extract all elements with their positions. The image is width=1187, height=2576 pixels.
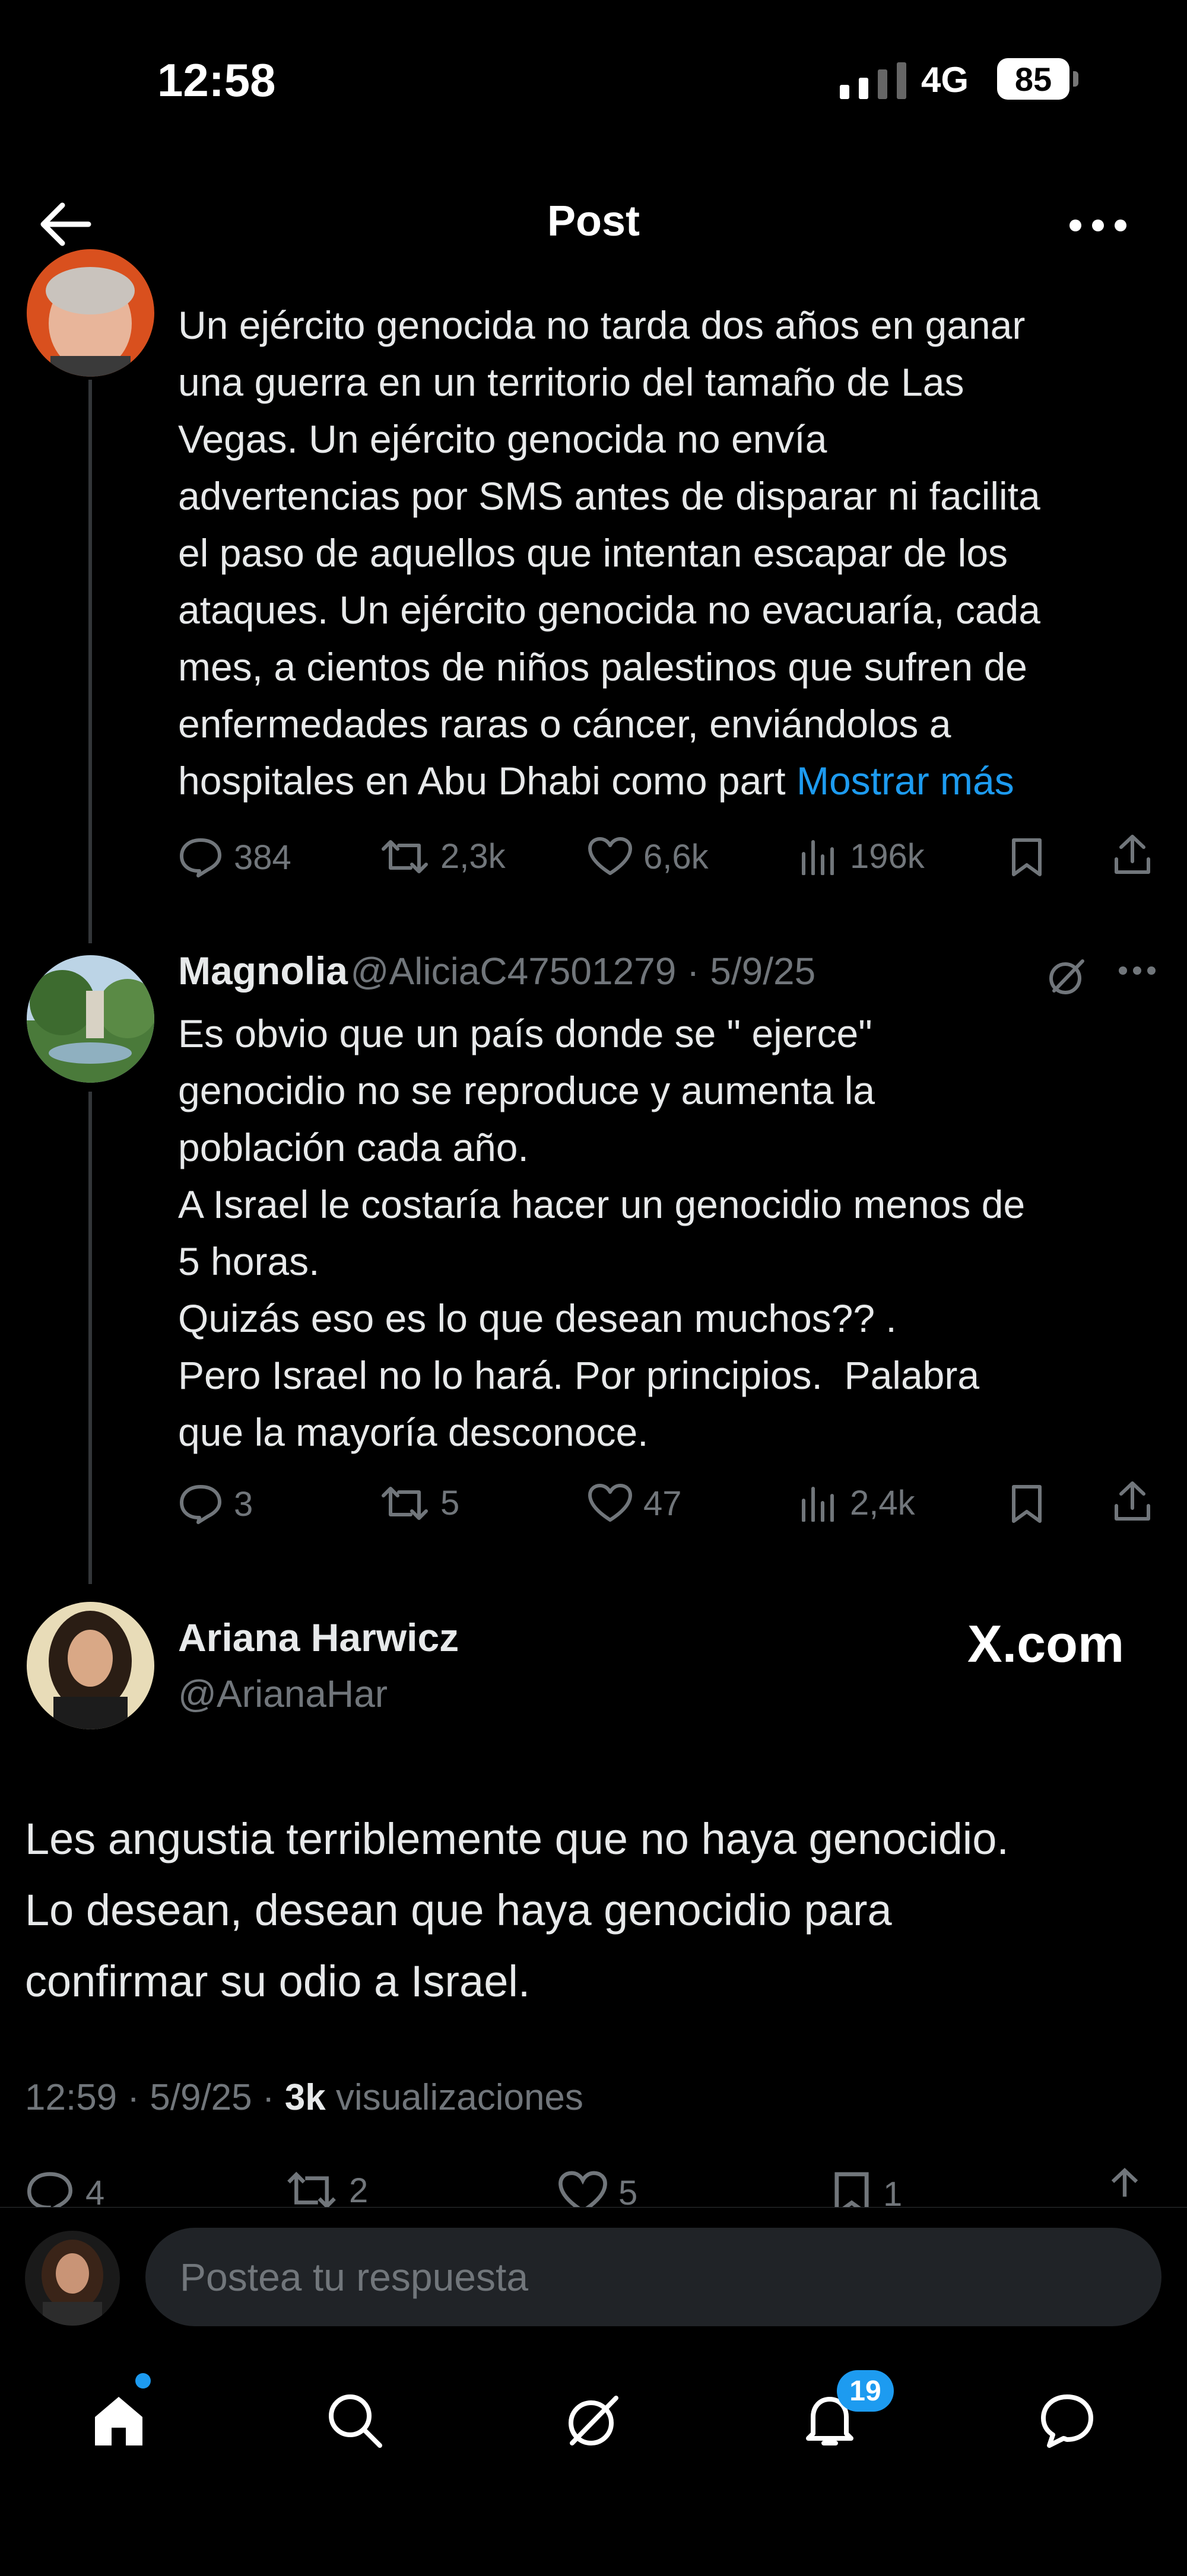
like-icon — [588, 837, 633, 877]
views-icon — [800, 838, 839, 875]
reply-icon — [25, 2170, 75, 2207]
reply-icon — [178, 837, 223, 878]
tweet-meta: 12:59 · 5/9/25 · 3k visualizaciones — [25, 2077, 583, 2118]
battery-cap — [1073, 71, 1078, 87]
reply-icon — [178, 1483, 223, 1525]
like-count: 47 — [643, 1484, 682, 1523]
repost-icon — [380, 838, 430, 875]
reply-count: 3 — [234, 1484, 253, 1524]
tweet-header: Magnolia @AliciaC47501279 · 5/9/25 — [178, 948, 815, 993]
share-icon[interactable] — [1104, 2167, 1145, 2207]
signal-icon — [840, 62, 911, 99]
home-icon[interactable] — [89, 2391, 148, 2450]
like-icon — [558, 2170, 608, 2207]
avatar[interactable] — [27, 1602, 154, 1729]
repost-count: 2,3k — [440, 837, 506, 876]
views-count: 2,4k — [850, 1484, 915, 1522]
bookmark-button[interactable]: 1 — [831, 2170, 902, 2207]
repost-count: 2 — [349, 2171, 369, 2208]
grok-icon[interactable] — [563, 2391, 622, 2450]
reply-button[interactable]: 3 — [178, 1483, 253, 1525]
messages-icon[interactable] — [1037, 2391, 1097, 2450]
bookmark-icon — [831, 2170, 872, 2207]
thread-line — [88, 380, 92, 943]
x-watermark: X.com — [967, 1614, 1125, 1673]
like-button[interactable]: 5 — [558, 2170, 637, 2207]
avatar[interactable] — [27, 249, 154, 377]
author-handle[interactable]: @ArianaHar — [178, 1672, 388, 1716]
reply-divider — [0, 2207, 1187, 2208]
repost-count: 5 — [440, 1484, 460, 1522]
grok-icon[interactable] — [1046, 956, 1087, 998]
bookmark-icon[interactable] — [1009, 1483, 1045, 1525]
like-count: 5 — [618, 2173, 638, 2208]
repost-icon — [285, 2170, 338, 2207]
like-button[interactable]: 6,6k — [588, 837, 709, 877]
views-icon — [800, 1485, 839, 1522]
status-time: 12:58 — [157, 54, 276, 106]
show-more-link[interactable]: Mostrar más — [796, 759, 1014, 803]
battery-level: 85 — [997, 58, 1069, 100]
main-tweet-text: Les angustia terriblemente que no haya g… — [25, 1814, 1009, 2006]
share-icon[interactable] — [1113, 1480, 1152, 1522]
author-name[interactable]: Magnolia — [178, 949, 348, 993]
repost-button[interactable]: 5 — [380, 1483, 459, 1523]
reply-count: 4 — [85, 2173, 105, 2208]
reply-input[interactable]: Postea tu respuesta — [145, 2228, 1161, 2326]
bookmark-count: 1 — [883, 2174, 903, 2208]
notifications-badge: 19 — [837, 2370, 894, 2412]
like-button[interactable]: 47 — [588, 1483, 682, 1524]
repost-icon — [380, 1485, 430, 1522]
share-icon[interactable] — [1113, 833, 1152, 876]
author-name[interactable]: Ariana Harwicz — [178, 1615, 459, 1660]
main-tweet-actions: 4 2 5 1 — [0, 2160, 1187, 2207]
views-count: 3k — [284, 2077, 326, 2118]
user-avatar[interactable] — [25, 2231, 120, 2326]
thread-line — [88, 1092, 92, 1584]
more-icon[interactable] — [1068, 218, 1128, 233]
views-count: 196k — [850, 837, 925, 876]
views-button[interactable]: 2,4k — [800, 1483, 915, 1523]
bookmark-icon[interactable] — [1009, 837, 1045, 878]
home-unread-dot — [135, 2373, 151, 2389]
like-count: 6,6k — [643, 837, 709, 876]
tweet-text: Un ejército genocida no tarda dos años e… — [178, 303, 1040, 803]
avatar[interactable] — [27, 955, 154, 1083]
repost-button[interactable]: 2,3k — [380, 837, 506, 876]
page-title: Post — [547, 198, 640, 245]
repost-button[interactable]: 2 — [285, 2170, 368, 2207]
like-icon — [588, 1483, 633, 1524]
reply-count: 384 — [234, 838, 291, 877]
author-handle-date[interactable]: @AliciaC47501279 · 5/9/25 — [350, 950, 815, 993]
reply-button[interactable]: 4 — [25, 2170, 104, 2207]
more-icon[interactable] — [1118, 966, 1156, 975]
reply-button[interactable]: 384 — [178, 837, 291, 878]
tweet-text: Es obvio que un país donde se " ejerce" … — [178, 1012, 1026, 1454]
search-icon[interactable] — [325, 2391, 385, 2450]
network-type: 4G — [921, 60, 969, 100]
views-button[interactable]: 196k — [800, 837, 925, 876]
